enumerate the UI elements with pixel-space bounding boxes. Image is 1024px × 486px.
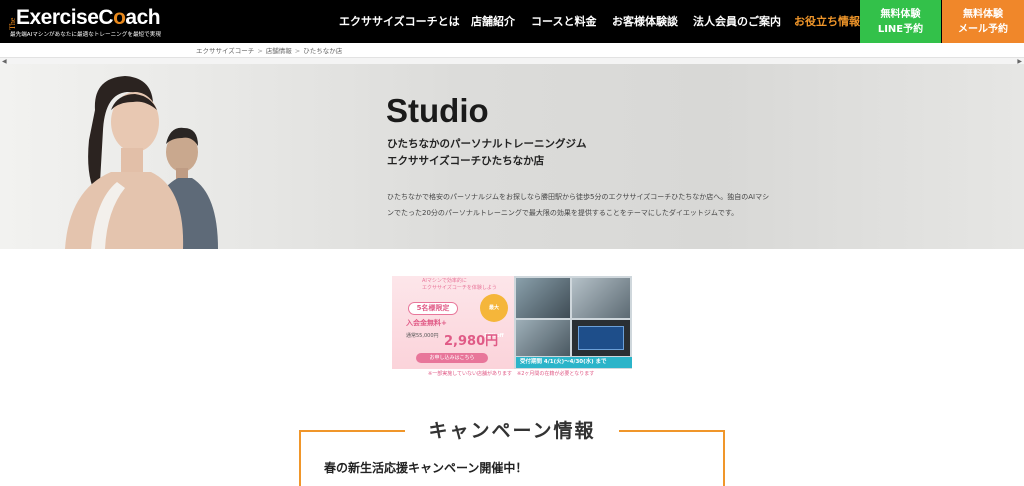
banner-offer-panel: AIマシンで効率的に エクササイズコーチを体験しよう 5名様限定 最大95%of… — [392, 276, 514, 369]
mail-reservation-button[interactable]: 無料体験 メール予約 — [942, 0, 1024, 43]
hero-subtitle: ひたちなかのパーソナルトレーニングジム エクササイズコーチひたちなか店 — [387, 138, 587, 167]
banner-discount-badge: 最大95%off — [480, 294, 508, 339]
hero-woman-image — [65, 76, 184, 249]
banner-note: ※一部実施していない店舗があります ※2ヶ月間の在籍が必要となります — [428, 371, 595, 377]
banner-campaign-price: 2,980円 — [444, 334, 499, 349]
hero-section: Studio ひたちなかのパーソナルトレーニングジム エクササイズコーチひたちな… — [0, 64, 1024, 249]
nav-stores[interactable]: 店舗紹介 — [471, 0, 515, 43]
line-reservation-button[interactable]: 無料体験 LINE予約 — [860, 0, 941, 43]
logo-wordmark: ExerciseCoach — [16, 6, 161, 29]
site-logo[interactable]: The ExerciseCoach 最先端AIマシンがあなたに最適なトレーニング… — [8, 4, 183, 40]
banner-regular-price: 通常55,000円 — [406, 333, 439, 339]
breadcrumb-home[interactable]: エクササイズコーチ — [196, 47, 254, 55]
nav-courses[interactable]: コースと料金 — [531, 0, 596, 43]
breadcrumb: エクササイズコーチ > 店舗情報 > ひたちなか店 — [196, 47, 343, 55]
banner-photo — [516, 320, 570, 356]
campaign-heading: キャンペーン情報 — [405, 418, 619, 444]
site-header: The ExerciseCoach 最先端AIマシンがあなたに最適なトレーニング… — [0, 0, 1024, 43]
banner-apply-button[interactable]: お申し込みはこちら — [416, 353, 488, 363]
campaign-banner[interactable]: AIマシンで効率的に エクササイズコーチを体験しよう 5名様限定 最大95%of… — [392, 276, 632, 369]
logo-tagline: 最先端AIマシンがあなたに最適なトレーニングを最短で実現 — [10, 32, 161, 38]
banner-headline: AIマシンで効率的に エクササイズコーチを体験しよう — [422, 278, 497, 291]
nav-corporate[interactable]: 法人会員のご案内 — [693, 0, 781, 43]
nav-testimonials[interactable]: お客様体験談 — [612, 0, 678, 43]
horizontal-scrollbar[interactable]: ◀ ▶ — [0, 57, 1024, 65]
banner-machine-screen — [578, 326, 624, 350]
page-title: Studio — [386, 92, 489, 129]
campaign-section-title: キャンペーン情報 — [428, 420, 596, 442]
banner-period: 受付期間 4/1(火)～4/30(水) まで — [516, 357, 632, 368]
nav-useful-info[interactable]: お役立ち情報 — [794, 0, 860, 43]
banner-entry-fee: 入会金無料+ — [406, 319, 447, 327]
campaign-headline: 春の新生活応援キャンペーン開催中！ — [324, 461, 528, 475]
banner-photo — [516, 278, 570, 318]
breadcrumb-current: ひたちなか店 — [303, 47, 343, 55]
nav-about[interactable]: エクササイズコーチとは — [339, 0, 460, 43]
breadcrumb-stores[interactable]: 店舗情報 — [266, 47, 292, 55]
banner-limit-badge: 5名様限定 — [408, 302, 458, 315]
hero-description: ひたちなかで格安のパーソナルジムをお探しなら勝田駅から徒歩5分のエクササイズコー… — [387, 193, 770, 217]
banner-photo — [572, 278, 630, 318]
